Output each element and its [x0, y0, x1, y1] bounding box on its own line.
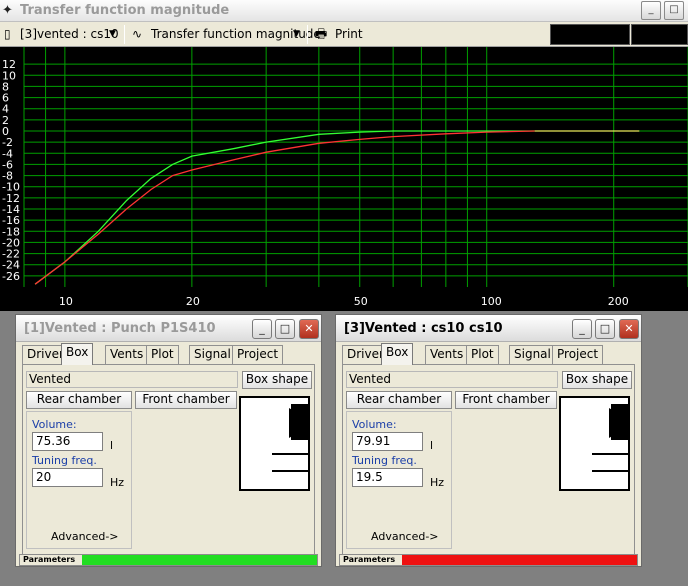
x-tick-label: 200	[608, 295, 629, 308]
tuning-freq-input[interactable]: 20	[32, 468, 103, 487]
box-parameters-group: Volume: 75.36 l Tuning freq. 20 Hz Advan…	[26, 411, 132, 549]
app-root: ✦ Transfer function magnitude _ □ ▯ [3]v…	[0, 0, 688, 586]
tuning-freq-label: Tuning freq.	[352, 454, 417, 467]
printer-icon: 🖶	[315, 27, 328, 42]
rear-chamber-button[interactable]: Rear chamber	[26, 391, 132, 409]
series-line-1	[34, 130, 535, 285]
box-shape-preview	[239, 396, 310, 491]
close-button[interactable]: ✕	[619, 319, 639, 339]
box-type-field: Vented	[26, 371, 238, 388]
x-tick-label: 20	[186, 295, 200, 308]
box-parameters-group: Volume: 79.91 l Tuning freq. 19.5 Hz Adv…	[346, 411, 452, 549]
x-tick-label: 100	[481, 295, 502, 308]
tab-strip: Driver Box Vents Plot Signal Project	[22, 343, 315, 365]
box-panel: Vented Box shape Rear chamber Front cham…	[22, 364, 315, 556]
y-tick-label: -26	[2, 270, 20, 283]
tuning-freq-label: Tuning freq.	[32, 454, 97, 467]
tab-project[interactable]: Project	[232, 345, 284, 364]
tab-vents[interactable]: Vents	[425, 345, 469, 364]
child-window-title: [3]Vented : cs10 cs10	[344, 321, 503, 336]
x-tick-label: 50	[354, 295, 368, 308]
series-line-2	[34, 130, 535, 285]
transfer-function-plot[interactable]: 12 10 8 6 4 2 0 -2 -4 -6 -8 -10 -12 -14 -16 -18 -20 -22 -2…	[0, 47, 688, 311]
child-window-title: [1]Vented : Punch P1S410	[24, 321, 216, 336]
readout-box-2	[631, 24, 688, 45]
advanced-button[interactable]: Advanced->	[371, 530, 439, 543]
close-button[interactable]: ✕	[299, 319, 319, 339]
child-window-titlebar: [1]Vented : Punch P1S410 _ □ ✕	[16, 315, 321, 342]
system-icon: ▯	[4, 27, 11, 41]
status-fill	[402, 555, 637, 565]
tab-plot[interactable]: Plot	[466, 345, 499, 364]
advanced-button[interactable]: Advanced->	[51, 530, 119, 543]
parameters-status-bar: Parameters	[339, 554, 638, 566]
system-dropdown-arrow-icon[interactable]: ▼	[109, 26, 116, 43]
minimize-button[interactable]: _	[572, 319, 592, 339]
parameters-status-bar: Parameters	[19, 554, 318, 566]
volume-label: Volume:	[32, 418, 77, 431]
readout-box-1	[550, 24, 630, 45]
box-shape-button[interactable]: Box shape	[242, 371, 312, 389]
app-icon: ✦	[2, 3, 13, 18]
box-shape-preview	[559, 396, 630, 491]
chart-svg: 121086420-2-4-6-8-10-12-14-16-18-20-22-2…	[2, 47, 688, 308]
box-type-field: Vented	[346, 371, 558, 388]
toolbar-separator	[307, 25, 308, 44]
maximize-button[interactable]: □	[664, 1, 684, 20]
box-panel: Vented Box shape Rear chamber Front cham…	[342, 364, 635, 556]
status-label: Parameters	[340, 555, 402, 565]
tuning-freq-input[interactable]: 19.5	[352, 468, 423, 487]
volume-unit: l	[110, 439, 114, 452]
maximize-button[interactable]: □	[275, 319, 295, 339]
print-button[interactable]: Print	[335, 26, 363, 43]
main-window-titlebar: ✦ Transfer function magnitude _ □	[0, 0, 688, 22]
rear-chamber-button[interactable]: Rear chamber	[346, 391, 452, 409]
minimize-button[interactable]: _	[252, 319, 272, 339]
child-window-titlebar: [3]Vented : cs10 cs10 _ □ ✕	[336, 315, 641, 342]
tab-signal[interactable]: Signal	[189, 345, 236, 364]
toolbar-separator	[124, 25, 125, 44]
minimize-button[interactable]: _	[641, 1, 661, 20]
tab-signal[interactable]: Signal	[509, 345, 556, 364]
toolbar: ▯ [3]vented : cs10 ▼ ∿ Transfer function…	[0, 22, 688, 47]
volume-label: Volume:	[352, 418, 397, 431]
tuning-freq-unit: Hz	[110, 476, 125, 489]
front-chamber-button[interactable]: Front chamber	[455, 391, 557, 409]
volume-input[interactable]: 79.91	[352, 432, 423, 451]
maximize-button[interactable]: □	[595, 319, 615, 339]
tab-plot[interactable]: Plot	[146, 345, 179, 364]
child-window-1: [1]Vented : Punch P1S410 _ □ ✕ Driver Bo…	[15, 314, 322, 567]
status-fill	[82, 555, 317, 565]
volume-input[interactable]: 75.36	[32, 432, 103, 451]
x-tick-label: 10	[59, 295, 73, 308]
tuning-freq-unit: Hz	[430, 476, 445, 489]
speaker-box-icon	[272, 404, 308, 472]
front-chamber-button[interactable]: Front chamber	[135, 391, 237, 409]
speaker-box-icon	[592, 404, 628, 472]
waveform-icon: ∿	[132, 27, 143, 41]
volume-unit: l	[430, 439, 434, 452]
main-window-title: Transfer function magnitude	[20, 3, 230, 18]
tab-box[interactable]: Box	[381, 343, 414, 365]
child-window-3: [3]Vented : cs10 cs10 _ □ ✕ Driver Box V…	[335, 314, 642, 567]
tab-vents[interactable]: Vents	[105, 345, 149, 364]
tab-box[interactable]: Box	[61, 343, 94, 365]
status-label: Parameters	[20, 555, 82, 565]
system-selector[interactable]: [3]vented : cs10	[20, 26, 119, 43]
tab-project[interactable]: Project	[552, 345, 604, 364]
box-shape-button[interactable]: Box shape	[562, 371, 632, 389]
tab-strip: Driver Box Vents Plot Signal Project	[342, 343, 635, 365]
graph-dropdown-arrow-icon[interactable]: ▼	[293, 26, 300, 43]
